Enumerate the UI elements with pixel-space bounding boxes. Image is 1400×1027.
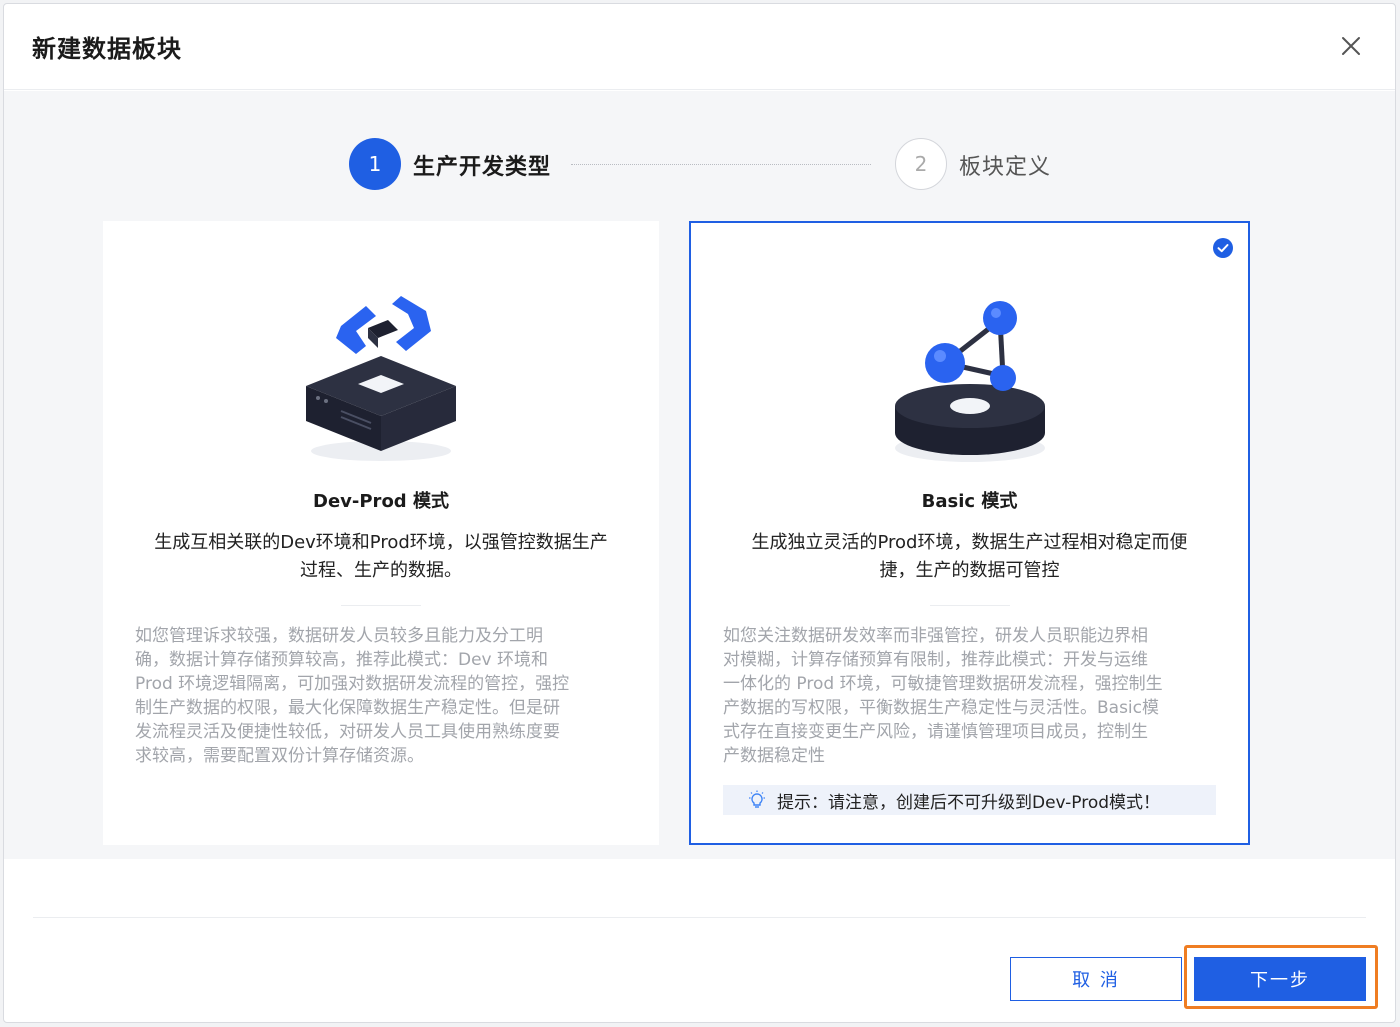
tip-text: 提示：请注意，创建后不可升级到Dev-Prod模式！: [777, 792, 1161, 813]
detail-line: 式存在直接变更生产风险，请谨慎管理项目成员，控制生: [723, 722, 1148, 742]
detail-line: 产数据稳定性: [723, 746, 825, 766]
close-icon[interactable]: [1339, 34, 1363, 58]
basic-desc-line: 捷，生产的数据可管控: [879, 560, 1060, 581]
basic-desc-line: 生成独立灵活的Prod环境，数据生产过程相对稳定而便: [751, 532, 1188, 553]
basic-detail: 如您关注数据研发效率而非强管控，研发人员职能边界相 对模糊，计算存储预算有限制，…: [723, 624, 1216, 768]
detail-line: 求较高，需要配置双份计算存储资源。: [135, 746, 424, 766]
basic-mode-card[interactable]: Basic 模式 生成独立灵活的Prod环境，数据生产过程相对稳定而便 捷，生产…: [689, 221, 1250, 845]
step-connector: [571, 164, 871, 165]
detail-line: 如您关注数据研发效率而非强管控，研发人员职能边界相: [723, 626, 1148, 646]
dev-prod-desc-line: 过程、生产的数据。: [300, 560, 462, 581]
basic-description: 生成独立灵活的Prod环境，数据生产过程相对稳定而便 捷，生产的数据可管控: [729, 529, 1210, 585]
detail-line: 对模糊，计算存储预算有限制，推荐此模式：开发与运维: [723, 650, 1148, 670]
dev-prod-detail: 如您管理诉求较强，数据研发人员较多且能力及分工明 确，数据计算存储预算较高，推荐…: [135, 624, 627, 768]
step-1-label: 生产开发类型: [413, 155, 552, 180]
dialog-body: 1 生产开发类型 2 板块定义 Dev-Prod 模式 生成互相关联的Dev环境…: [4, 91, 1395, 859]
dev-prod-description: 生成互相关联的Dev环境和Prod环境，以强管控数据生产 过程、生产的数据。: [141, 529, 621, 585]
new-data-block-dialog: 新建数据板块 1 生产开发类型 2 板块定义 Dev-Prod 模式 生成互相关…: [3, 3, 1396, 1023]
detail-line: 产数据的写权限，平衡数据生产稳定性与灵活性。Basic模: [723, 698, 1160, 718]
detail-line: 发流程灵活及便捷性较低，对研发人员工具使用熟练度要: [135, 722, 560, 742]
dev-prod-desc-line: 生成互相关联的Dev环境和Prod环境，以强管控数据生产: [154, 532, 608, 553]
lightbulb-icon: [749, 790, 765, 808]
step-2-label: 板块定义: [959, 155, 1052, 180]
step-indicator: 1 生产开发类型 2 板块定义: [4, 91, 1395, 221]
detail-line: 一体化的 Prod 环境，可敏捷管理数据研发流程，强控制生: [723, 674, 1163, 694]
step-2-circle: 2: [895, 138, 947, 190]
basic-title: Basic 模式: [921, 491, 1018, 512]
step-1-circle: 1: [349, 138, 401, 190]
dialog-title: 新建数据板块: [32, 35, 182, 63]
detail-line: 确，数据计算存储预算较高，推荐此模式：Dev 环境和: [135, 650, 549, 670]
card-divider: [341, 605, 421, 606]
detail-line: 如您管理诉求较强，数据研发人员较多且能力及分工明: [135, 626, 543, 646]
footer-divider: [33, 917, 1366, 918]
dev-prod-mode-card[interactable]: Dev-Prod 模式 生成互相关联的Dev环境和Prod环境，以强管控数据生产…: [103, 221, 659, 845]
check-circle-icon: [1213, 238, 1233, 258]
dialog-header: 新建数据板块: [4, 4, 1395, 90]
dev-prod-illustration: [306, 296, 456, 461]
basic-illustration: [894, 301, 1045, 462]
card-divider: [929, 605, 1010, 606]
dev-prod-title: Dev-Prod 模式: [313, 491, 449, 512]
detail-line: Prod 环境逻辑隔离，可加强对数据研发流程的管控，强控: [135, 674, 570, 694]
basic-tip: 提示：请注意，创建后不可升级到Dev-Prod模式！: [723, 785, 1216, 815]
next-step-button[interactable]: 下一步: [1194, 957, 1366, 1001]
detail-line: 制生产数据的权限，最大化保障数据生产稳定性。但是研: [135, 698, 560, 718]
cancel-button[interactable]: 取 消: [1010, 957, 1182, 1001]
